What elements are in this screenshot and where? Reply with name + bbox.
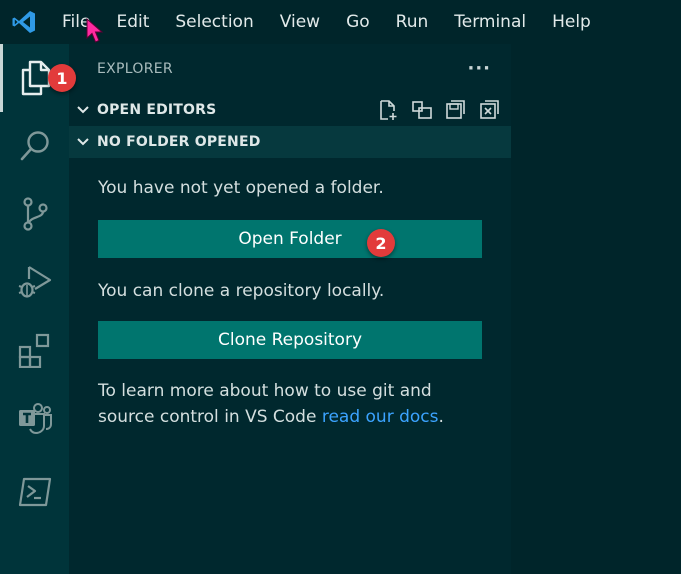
extensions-icon <box>18 333 49 368</box>
powershell-icon <box>18 477 51 507</box>
no-folder-title: NO FOLDER OPENED <box>97 134 261 150</box>
learn-more-line1: To learn more about how to use git and <box>98 381 432 401</box>
open-editors-section[interactable]: OPEN EDITORS <box>69 94 511 126</box>
explorer-actions <box>377 94 501 126</box>
teams-icon <box>18 403 52 435</box>
activity-teams[interactable] <box>0 384 69 452</box>
close-all-icon[interactable] <box>479 99 501 121</box>
menu-selection[interactable]: Selection <box>162 0 266 44</box>
activity-source-control[interactable] <box>0 180 69 248</box>
chevron-down-icon <box>69 105 97 115</box>
search-icon <box>20 131 49 161</box>
explorer-sidebar: EXPLORER ··· OPEN EDITORS NO FOLDER OPEN… <box>69 44 511 574</box>
open-folder-button[interactable]: Open Folder <box>98 220 482 258</box>
chevron-down-icon <box>69 137 97 147</box>
activity-powershell[interactable] <box>0 458 69 526</box>
menu-run[interactable]: Run <box>383 0 442 44</box>
callout-badge-1: 1 <box>48 64 76 92</box>
menu-edit[interactable]: Edit <box>103 0 162 44</box>
activity-search[interactable] <box>0 112 69 180</box>
clone-repository-button[interactable]: Clone Repository <box>98 321 482 359</box>
clone-message: You can clone a repository locally. <box>98 281 385 301</box>
run-debug-icon <box>18 266 51 298</box>
callout-badge-2: 2 <box>367 229 395 257</box>
mouse-cursor-icon <box>86 18 104 43</box>
new-folder-icon[interactable] <box>411 99 433 121</box>
no-folder-message: You have not yet opened a folder. <box>98 178 384 198</box>
no-folder-section[interactable]: NO FOLDER OPENED <box>69 126 511 158</box>
activity-bar <box>0 44 69 574</box>
sidebar-title: EXPLORER <box>97 61 173 77</box>
new-file-icon[interactable] <box>377 99 399 121</box>
vscode-logo-icon[interactable] <box>0 0 48 44</box>
menu-terminal[interactable]: Terminal <box>441 0 539 44</box>
sidebar-header: EXPLORER ··· <box>69 44 511 94</box>
more-actions-icon[interactable]: ··· <box>467 60 491 78</box>
learn-more-line2: source control in VS Code <box>98 407 322 427</box>
activity-extensions[interactable] <box>0 316 69 384</box>
menu-go[interactable]: Go <box>333 0 383 44</box>
menu-view[interactable]: View <box>267 0 333 44</box>
source-control-icon <box>22 197 48 231</box>
read-docs-link[interactable]: read our docs <box>322 407 439 427</box>
open-editors-title: OPEN EDITORS <box>97 102 217 118</box>
editor-area <box>511 44 681 574</box>
save-all-icon[interactable] <box>445 99 467 121</box>
learn-more-text: To learn more about how to use git and s… <box>98 378 444 430</box>
menu-help[interactable]: Help <box>539 0 604 44</box>
learn-more-suffix: . <box>438 407 444 427</box>
menu-items: File Edit Selection View Go Run Terminal… <box>48 0 604 44</box>
activity-run-debug[interactable] <box>0 248 69 316</box>
